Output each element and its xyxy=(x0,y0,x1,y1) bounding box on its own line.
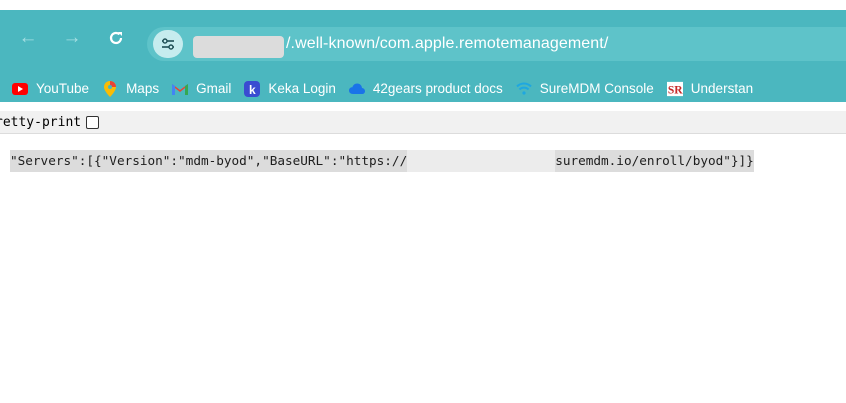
window-top-strip xyxy=(0,0,846,10)
bookmark-label: Keka Login xyxy=(268,81,336,96)
pretty-print-checkbox[interactable] xyxy=(86,115,100,129)
youtube-icon xyxy=(12,81,28,97)
json-text-end: suremdm.io/enroll/byod"}]} xyxy=(555,150,754,172)
redacted-host xyxy=(407,150,556,172)
bookmark-understan[interactable]: SR Understan xyxy=(666,81,754,97)
svg-text:k: k xyxy=(249,83,256,97)
browser-toolbar: ← → /.well-known/com.apple.remotemanagem… xyxy=(0,10,846,75)
pretty-print-label: retty-print xyxy=(0,114,82,130)
cloud-icon xyxy=(348,81,365,97)
bookmark-42gears-docs[interactable]: 42gears product docs xyxy=(348,81,503,97)
redacted-host xyxy=(193,36,284,58)
bookmark-keka[interactable]: k Keka Login xyxy=(244,80,336,97)
bookmarks-bar: YouTube Maps Gmail k Keka Login 42gears … xyxy=(0,75,846,102)
bookmark-suremdm-console[interactable]: SureMDM Console xyxy=(516,81,654,97)
json-response: "Servers":[{"Version":"mdm-byod","BaseUR… xyxy=(10,150,754,172)
gmail-icon xyxy=(172,81,189,97)
sr-icon: SR xyxy=(666,81,683,97)
bookmark-maps[interactable]: Maps xyxy=(102,80,160,97)
json-text-start: "Servers":[{"Version":"mdm-byod","BaseUR… xyxy=(10,150,408,172)
bookmark-label: Maps xyxy=(126,81,160,96)
bookmark-label: Gmail xyxy=(196,81,232,96)
site-settings-icon[interactable] xyxy=(153,30,183,58)
forward-arrow-icon[interactable]: → xyxy=(58,24,86,52)
back-arrow-icon[interactable]: ← xyxy=(14,24,42,52)
bookmark-label: 42gears product docs xyxy=(372,81,503,96)
bookmark-gmail[interactable]: Gmail xyxy=(172,81,231,97)
pretty-print-bar: retty-print xyxy=(0,111,846,134)
url-text[interactable]: /.well-known/com.apple.remotemanagement/ xyxy=(286,35,608,53)
bookmark-label: Understan xyxy=(690,81,754,96)
maps-icon xyxy=(102,80,118,97)
keka-icon: k xyxy=(244,80,261,97)
bookmark-label: SureMDM Console xyxy=(539,81,654,96)
svg-text:SR: SR xyxy=(668,84,683,96)
bookmark-label: YouTube xyxy=(36,81,90,96)
bookmark-youtube[interactable]: YouTube xyxy=(12,81,89,97)
wifi-icon xyxy=(516,81,532,97)
reload-icon[interactable] xyxy=(102,24,130,52)
